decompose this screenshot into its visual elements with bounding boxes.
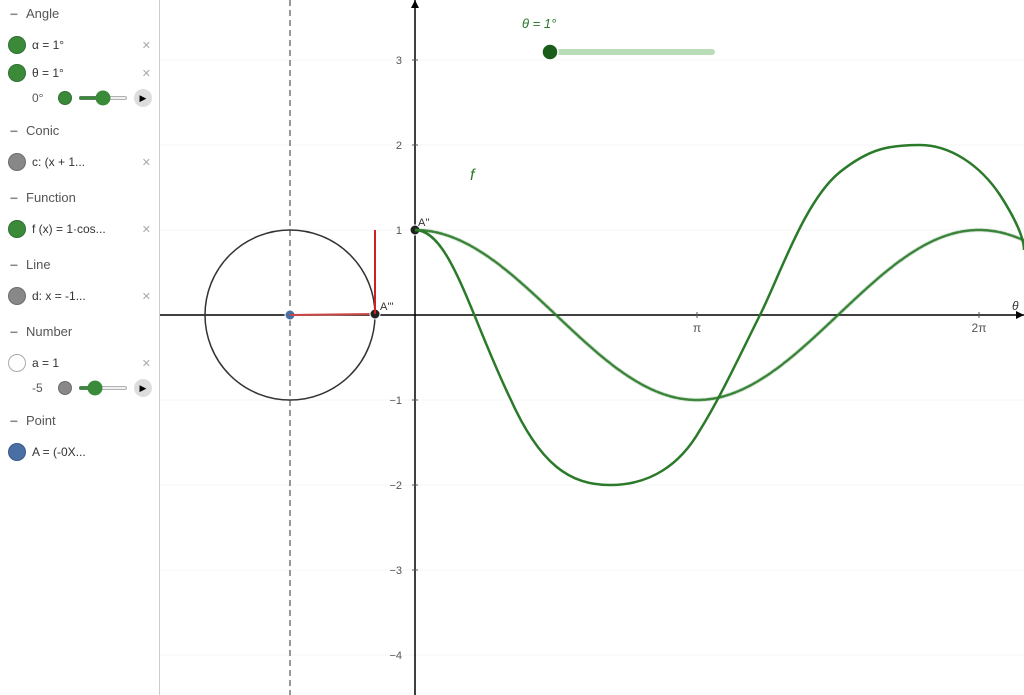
svg-text:−3: −3	[389, 565, 402, 577]
section-angle[interactable]: − Angle	[0, 0, 159, 27]
number-a-slider-row: -5 ▶	[0, 377, 159, 399]
section-function-label: Function	[26, 190, 76, 205]
section-point-label: Point	[26, 413, 56, 428]
collapse-function-icon: −	[8, 192, 20, 204]
svg-text:π: π	[693, 321, 701, 335]
section-point[interactable]: − Point	[0, 407, 159, 434]
conic-content: c: (x + 1... ✕	[0, 144, 159, 184]
svg-text:A'': A''	[418, 217, 430, 229]
svg-text:2π: 2π	[972, 321, 987, 335]
line-d-item: d: x = -1... ✕	[0, 282, 159, 310]
number-content: a = 1 ✕ -5 ▶	[0, 345, 159, 407]
section-conic[interactable]: − Conic	[0, 117, 159, 144]
line-d-close-icon[interactable]: ✕	[142, 290, 151, 303]
svg-text:1: 1	[396, 225, 402, 237]
section-line-label: Line	[26, 257, 51, 272]
point-content: A = (-0X...	[0, 434, 159, 474]
collapse-line-icon: −	[8, 259, 20, 271]
theta-dot[interactable]	[8, 64, 26, 82]
line-d-dot[interactable]	[8, 287, 26, 305]
conic-c-item: c: (x + 1... ✕	[0, 148, 159, 176]
svg-text:3: 3	[396, 55, 402, 67]
point-A-label: A = (-0X...	[32, 445, 151, 459]
line-content: d: x = -1... ✕	[0, 278, 159, 318]
number-a-slider-value: -5	[32, 381, 52, 395]
graph-svg: 1 2 3 −1 −2 −3 −4 π 2π θ A'''	[160, 0, 1024, 695]
svg-text:−1: −1	[389, 395, 402, 407]
point-A-item: A = (-0X...	[0, 438, 159, 466]
section-function[interactable]: − Function	[0, 184, 159, 211]
sidebar: − Angle α = 1° ✕ θ = 1° ✕ 0° ▶ − Conic c…	[0, 0, 160, 695]
number-a-dot[interactable]	[8, 354, 26, 372]
theta-slider-dot	[58, 91, 72, 105]
conic-c-label: c: (x + 1...	[32, 155, 136, 169]
alpha-label: α = 1°	[32, 38, 136, 52]
theta-slider-value-label: 0°	[32, 91, 52, 105]
theta-slider-row: 0° ▶	[0, 87, 159, 109]
conic-c-dot[interactable]	[8, 153, 26, 171]
section-line[interactable]: − Line	[0, 251, 159, 278]
section-number[interactable]: − Number	[0, 318, 159, 345]
number-a-slider[interactable]	[78, 386, 128, 390]
svg-text:−2: −2	[389, 480, 402, 492]
line-d-label: d: x = -1...	[32, 289, 136, 303]
number-a-label: a = 1	[32, 356, 136, 370]
function-f-close-icon[interactable]: ✕	[142, 223, 151, 236]
svg-text:θ: θ	[1012, 299, 1019, 313]
alpha-item: α = 1° ✕	[0, 31, 159, 59]
section-conic-label: Conic	[26, 123, 59, 138]
alpha-close-icon[interactable]: ✕	[142, 39, 151, 52]
section-angle-label: Angle	[26, 6, 59, 21]
graph-canvas-area[interactable]: 1 2 3 −1 −2 −3 −4 π 2π θ A'''	[160, 0, 1024, 695]
svg-text:2: 2	[396, 140, 402, 152]
function-f-item: f (x) = 1·cos... ✕	[0, 215, 159, 243]
angle-content: α = 1° ✕ θ = 1° ✕ 0° ▶	[0, 27, 159, 117]
function-content: f (x) = 1·cos... ✕	[0, 211, 159, 251]
theta-slider[interactable]	[78, 96, 128, 100]
function-f-dot[interactable]	[8, 220, 26, 238]
theta-play-button[interactable]: ▶	[134, 89, 152, 107]
number-a-play-button[interactable]: ▶	[134, 379, 152, 397]
theta-item: θ = 1° ✕	[0, 59, 159, 87]
number-a-close-icon[interactable]: ✕	[142, 357, 151, 370]
point-A-dot[interactable]	[8, 443, 26, 461]
svg-text:A''': A'''	[380, 301, 394, 313]
svg-text:−4: −4	[389, 650, 402, 662]
function-f-label: f (x) = 1·cos...	[32, 222, 136, 236]
number-a-item: a = 1 ✕	[0, 349, 159, 377]
number-a-slider-dot	[58, 381, 72, 395]
collapse-point-icon: −	[8, 415, 20, 427]
theta-label: θ = 1°	[32, 66, 136, 80]
theta-close-icon[interactable]: ✕	[142, 67, 151, 80]
section-number-label: Number	[26, 324, 72, 339]
collapse-conic-icon: −	[8, 125, 20, 137]
svg-text:θ = 1°: θ = 1°	[522, 16, 556, 31]
collapse-angle-icon: −	[8, 8, 20, 20]
alpha-dot[interactable]	[8, 36, 26, 54]
collapse-number-icon: −	[8, 326, 20, 338]
conic-c-close-icon[interactable]: ✕	[142, 156, 151, 169]
